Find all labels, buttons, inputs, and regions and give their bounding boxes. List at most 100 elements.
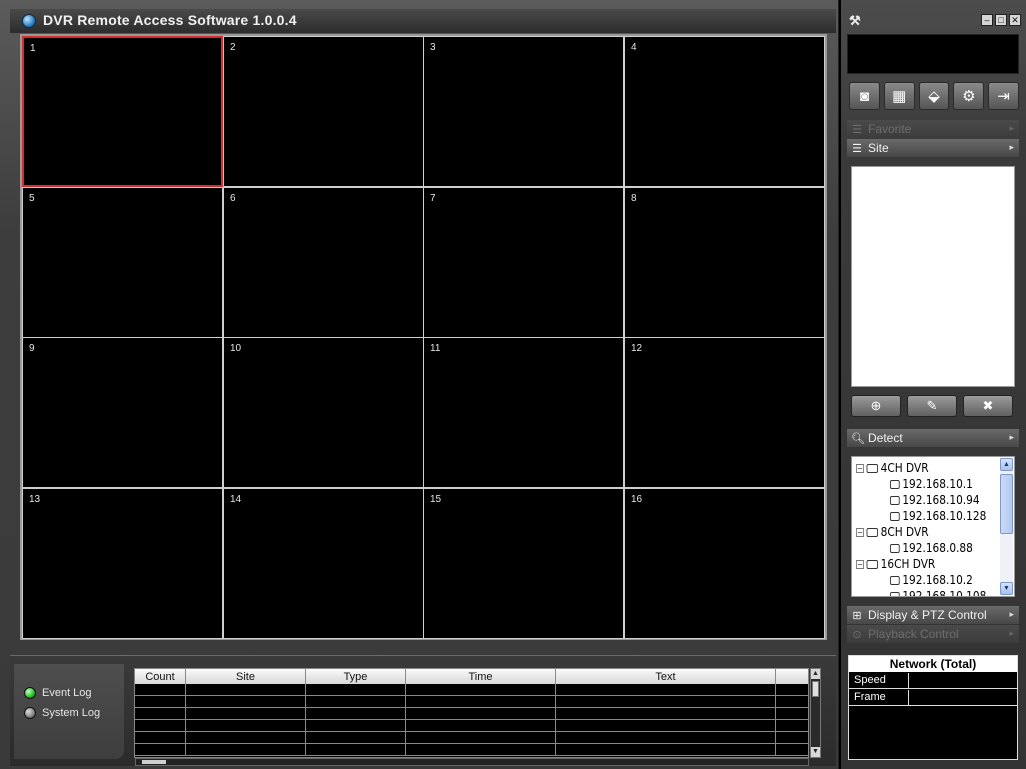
video-channel-cell[interactable]: 5 <box>22 187 223 338</box>
close-button[interactable]: ✕ <box>1009 14 1021 26</box>
channel-number: 1 <box>30 43 36 54</box>
eraser-button[interactable]: ⬙ <box>918 82 950 110</box>
table-cell <box>406 744 556 755</box>
log-horizontal-scrollbar[interactable] <box>135 758 809 766</box>
tree-device-node[interactable]: 192.168.10.2 <box>890 572 973 588</box>
video-channel-cell[interactable]: 2 <box>223 36 424 187</box>
app-globe-icon <box>22 14 36 28</box>
tree-device-node[interactable]: 192.168.10.108 <box>890 588 986 596</box>
maximize-button[interactable]: □ <box>995 14 1007 26</box>
video-channel-cell[interactable]: 16 <box>624 488 825 639</box>
video-channel-cell[interactable]: 15 <box>423 488 624 639</box>
favorite-section-header[interactable]: ☰ Favorite ▸ <box>847 120 1019 138</box>
table-cell <box>776 732 808 743</box>
table-row[interactable] <box>135 732 808 744</box>
log-table-body <box>135 684 808 756</box>
table-cell <box>776 744 808 755</box>
playback-section-header[interactable]: ⊙ Playback Control ▸ <box>847 625 1019 643</box>
tree-scroll-thumb[interactable] <box>1000 474 1013 534</box>
table-row[interactable] <box>135 684 808 696</box>
detect-section-header[interactable]: 🔍︎ Detect ▸ <box>847 429 1019 447</box>
video-channel-cell[interactable]: 9 <box>22 337 223 488</box>
playback-label: Playback Control <box>868 627 959 641</box>
dvr-device-icon <box>890 575 900 585</box>
video-channel-cell[interactable]: 10 <box>223 337 424 488</box>
playback-icon: ⊙ <box>852 628 862 641</box>
tree-vertical-scrollbar[interactable]: ▲ ▼ <box>1000 458 1013 595</box>
video-channel-cell[interactable]: 12 <box>624 337 825 488</box>
collapse-icon[interactable]: − <box>856 463 864 473</box>
display-ptz-section-header[interactable]: ⊞ Display & PTZ Control ▸ <box>847 606 1019 624</box>
video-channel-cell[interactable]: 11 <box>423 337 624 488</box>
table-row[interactable] <box>135 708 808 720</box>
grid-layout-button[interactable]: ▦ <box>883 82 915 110</box>
column-header-site[interactable]: Site <box>186 669 306 684</box>
video-channel-cell[interactable]: 4 <box>624 36 825 187</box>
collapse-icon[interactable]: − <box>856 527 864 537</box>
tree-scroll-down-icon[interactable]: ▼ <box>1000 582 1013 595</box>
scroll-up-icon[interactable]: ▲ <box>811 669 820 679</box>
site-list[interactable] <box>851 166 1015 387</box>
video-channel-cell[interactable]: 7 <box>423 187 624 338</box>
table-cell <box>306 684 406 695</box>
table-cell <box>556 732 776 743</box>
network-frame-row: Frame <box>849 690 1017 706</box>
tree-group-node[interactable]: − 4CH DVR <box>856 460 929 476</box>
tree-device-node[interactable]: 192.168.10.94 <box>890 492 980 508</box>
chevron-right-icon: ▸ <box>1009 123 1014 133</box>
table-row[interactable] <box>135 720 808 732</box>
camera-view-button[interactable]: ◙ <box>849 82 880 110</box>
column-header-type[interactable]: Type <box>306 669 406 684</box>
tree-scroll-up-icon[interactable]: ▲ <box>1000 458 1013 471</box>
log-vertical-scrollbar[interactable]: ▲ ▼ <box>810 668 821 758</box>
log-table-header: Count Site Type Time Text <box>135 669 808 684</box>
dvr-device-icon <box>890 511 900 521</box>
video-channel-cell[interactable]: 3 <box>423 36 624 187</box>
settings-button[interactable]: ⚙ <box>953 82 985 110</box>
log-horizontal-scroll-thumb[interactable] <box>142 760 166 764</box>
dvr-device-icon <box>890 543 900 553</box>
channel-number: 6 <box>230 193 236 204</box>
tree-node-label: 192.168.10.128 <box>902 509 987 523</box>
edit-site-button[interactable]: ✎ <box>907 395 957 417</box>
event-log-tab[interactable]: Event Log <box>24 684 92 702</box>
log-vertical-scroll-thumb[interactable] <box>812 681 819 697</box>
channel-number: 5 <box>29 193 35 204</box>
chevron-right-icon: ▸ <box>1009 142 1014 152</box>
column-header-count[interactable]: Count <box>135 669 186 684</box>
video-channel-cell[interactable]: 1 <box>22 36 223 187</box>
exit-button[interactable]: ⇥ <box>988 82 1019 110</box>
tools-icon[interactable]: ⚒ <box>849 13 861 29</box>
add-site-button[interactable]: ⊕ <box>851 395 901 417</box>
tree-device-node[interactable]: 192.168.0.88 <box>890 540 973 556</box>
channel-number: 14 <box>230 494 242 505</box>
delete-site-button[interactable]: ✖ <box>963 395 1013 417</box>
table-cell <box>556 708 776 719</box>
site-section-header[interactable]: ☰ Site ▸ <box>847 139 1019 157</box>
table-cell <box>186 732 306 743</box>
table-cell <box>556 696 776 707</box>
video-channel-cell[interactable]: 8 <box>624 187 825 338</box>
video-channel-cell[interactable]: 6 <box>223 187 424 338</box>
tree-group-node[interactable]: − 16CH DVR <box>856 556 935 572</box>
table-cell <box>135 720 186 731</box>
scroll-down-icon[interactable]: ▼ <box>811 747 820 757</box>
tree-group-node[interactable]: − 8CH DVR <box>856 524 929 540</box>
column-header-time[interactable]: Time <box>406 669 556 684</box>
main-window: DVR Remote Access Software 1.0.0.4 12345… <box>0 0 839 769</box>
table-cell <box>306 708 406 719</box>
system-log-tab[interactable]: System Log <box>24 704 100 722</box>
channel-number: 13 <box>29 494 41 505</box>
column-header-text[interactable]: Text <box>556 669 776 684</box>
display-ptz-label: Display & PTZ Control <box>868 608 987 622</box>
video-channel-cell[interactable]: 13 <box>22 488 223 639</box>
video-channel-cell[interactable]: 14 <box>223 488 424 639</box>
table-cell <box>776 720 808 731</box>
minimize-button[interactable]: – <box>981 14 993 26</box>
collapse-icon[interactable]: − <box>856 559 864 569</box>
tree-device-node[interactable]: 192.168.10.128 <box>890 508 986 524</box>
table-row[interactable] <box>135 696 808 708</box>
tree-device-node[interactable]: 192.168.10.1 <box>890 476 973 492</box>
tree-node-label: 8CH DVR <box>880 525 929 539</box>
table-row[interactable] <box>135 744 808 756</box>
